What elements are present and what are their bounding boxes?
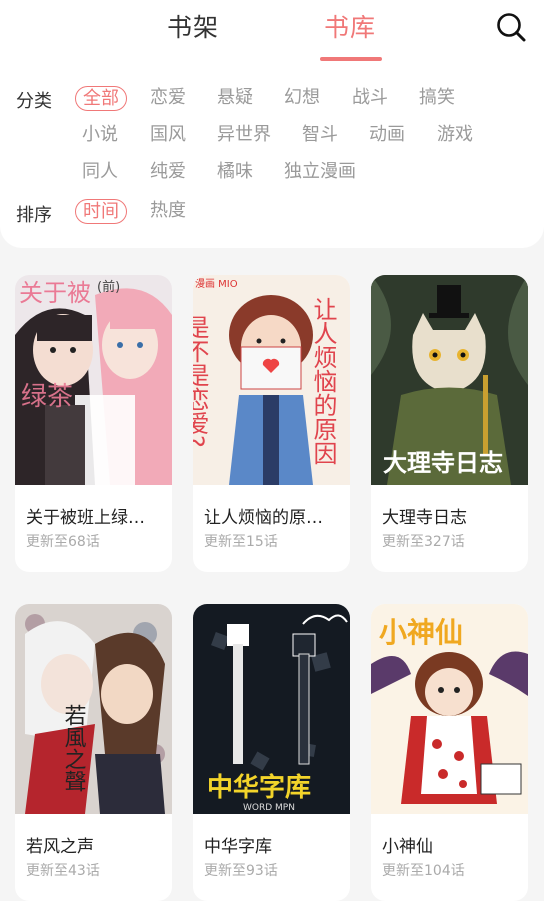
sort-popularity[interactable]: 热度 <box>150 199 186 223</box>
book-title: 中华字库 <box>204 837 272 857</box>
book-card[interactable]: 大理寺日志 大理寺日志 更新至327话 <box>371 275 528 572</box>
cover-text: 大理寺日志 <box>383 449 503 477</box>
sort-time[interactable]: 时间 <box>75 199 127 224</box>
category-game[interactable]: 游戏 <box>437 123 473 147</box>
header-panel: 书架 书库 分类 全部 恋爱 悬疑 幻想 战斗 搞笑 小说 国风 异世界 智斗 … <box>0 0 544 248</box>
cover-text: 关于被 <box>19 279 91 307</box>
book-title: 大理寺日志 <box>382 508 467 528</box>
cover-text: 小神仙 <box>379 616 463 649</box>
cover-text: 中华字库 <box>207 772 311 803</box>
tab-bookshelf[interactable]: 书架 <box>167 8 219 44</box>
category-all[interactable]: 全部 <box>75 86 127 111</box>
cover-text: 是不是恋爱? <box>193 315 209 448</box>
book-update: 更新至43话 <box>26 863 100 879</box>
cover-text: 让人烦恼的原因 <box>309 297 337 465</box>
category-battle[interactable]: 战斗 <box>352 86 388 110</box>
cover-text: 绿茶 <box>21 382 73 412</box>
cover-text: WORD MPN <box>243 803 295 813</box>
top-tabs: 书架 书库 <box>0 0 544 62</box>
category-isekai[interactable]: 异世界 <box>217 123 271 147</box>
active-tab-indicator <box>320 57 382 61</box>
category-orange[interactable]: 橘味 <box>217 160 253 184</box>
category-mind-game[interactable]: 智斗 <box>302 123 338 147</box>
book-update: 更新至15话 <box>204 534 278 550</box>
category-indie[interactable]: 独立漫画 <box>284 160 356 184</box>
sort-label: 排序 <box>16 205 52 226</box>
cover-text: 若風之聲 <box>61 704 87 792</box>
book-update: 更新至327话 <box>382 534 465 550</box>
book-card[interactable]: 小神仙 小神仙 更新至104话 <box>371 604 528 901</box>
book-card[interactable]: 若風之聲 若风之声 更新至43话 <box>15 604 172 901</box>
book-cover: 关于被 (前) 绿茶 <box>15 275 172 485</box>
search-icon[interactable] <box>494 10 528 44</box>
book-cover: 大理寺日志 <box>371 275 528 485</box>
book-update: 更新至68话 <box>26 534 100 550</box>
tab-library[interactable]: 书库 <box>324 8 376 44</box>
book-title: 让人烦恼的原… <box>204 508 323 528</box>
book-card[interactable]: 中华字库 WORD MPN 中华字库 更新至93话 <box>193 604 350 901</box>
book-title: 若风之声 <box>26 837 94 857</box>
book-cover: 小神仙 <box>371 604 528 814</box>
book-title: 关于被班上绿… <box>26 508 145 528</box>
book-card[interactable]: 漫画 MIO 是不是恋爱? 让人烦恼的原因 让人烦恼的原… 更新至15话 <box>193 275 350 572</box>
book-card[interactable]: 关于被 (前) 绿茶 关于被班上绿… 更新至68话 <box>15 275 172 572</box>
category-label: 分类 <box>16 91 52 112</box>
category-doujin[interactable]: 同人 <box>82 160 118 184</box>
category-romance[interactable]: 恋爱 <box>150 86 186 110</box>
cover-text: (前) <box>97 279 120 295</box>
category-fantasy[interactable]: 幻想 <box>284 86 320 110</box>
category-mystery[interactable]: 悬疑 <box>217 86 253 110</box>
category-animation[interactable]: 动画 <box>369 123 405 147</box>
book-title: 小神仙 <box>382 837 433 857</box>
book-update: 更新至104话 <box>382 863 465 879</box>
book-cover: 中华字库 WORD MPN <box>193 604 350 814</box>
category-national-style[interactable]: 国风 <box>150 123 186 147</box>
category-comedy[interactable]: 搞笑 <box>419 86 455 110</box>
cover-text: 漫画 MIO <box>195 278 238 290</box>
book-update: 更新至93话 <box>204 863 278 879</box>
category-novel[interactable]: 小说 <box>82 123 118 147</box>
category-pure-love[interactable]: 纯爱 <box>150 160 186 184</box>
book-cover: 若風之聲 <box>15 604 172 814</box>
book-cover: 漫画 MIO 是不是恋爱? 让人烦恼的原因 <box>193 275 350 485</box>
